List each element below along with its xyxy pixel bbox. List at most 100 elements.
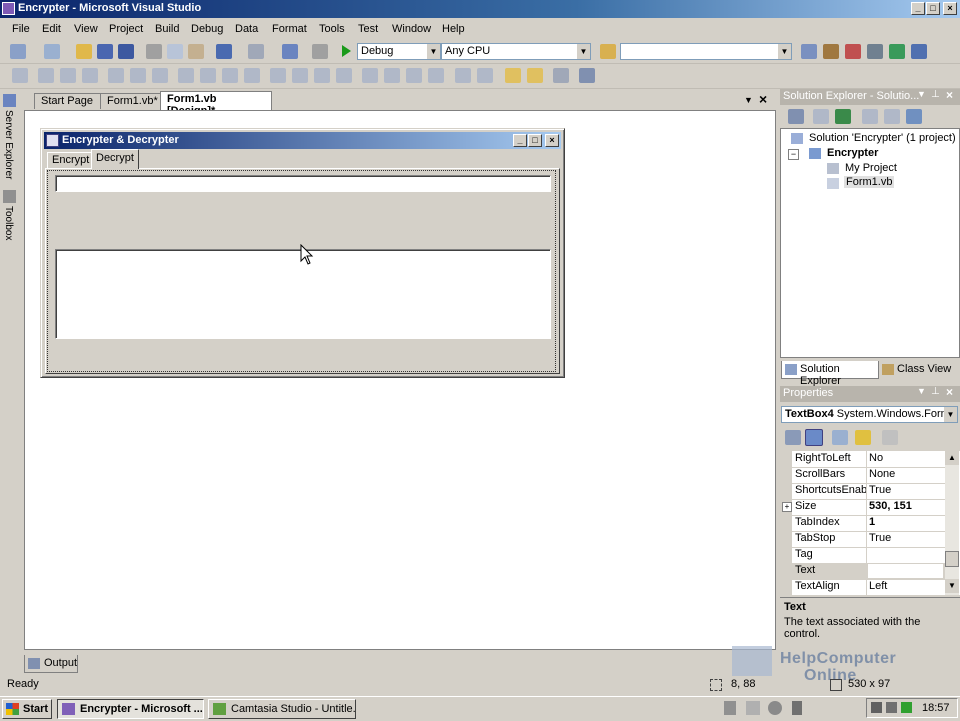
open-folder-icon[interactable] [76, 44, 92, 59]
maximize-button[interactable]: □ [926, 2, 940, 15]
solution-config-dropdown[interactable]: Debug ▼ [357, 43, 441, 60]
tree-my-project[interactable]: My Project [845, 162, 897, 174]
refresh-icon[interactable] [835, 109, 851, 124]
align-tops-icon[interactable] [108, 68, 124, 83]
align-rights-icon[interactable] [82, 68, 98, 83]
tray-clock-icon[interactable] [768, 701, 782, 715]
menu-view[interactable]: View [74, 23, 98, 35]
size-to-grid-icon[interactable] [200, 68, 216, 83]
make-same-size-icon[interactable] [244, 68, 260, 83]
find-combo[interactable]: ▼ [620, 43, 792, 60]
menu-data[interactable]: Data [235, 23, 258, 35]
solution-explorer-icon[interactable] [801, 44, 817, 59]
prop-value[interactable]: Left [869, 580, 887, 592]
close-panel-icon[interactable]: × [946, 385, 953, 399]
taskbar-camtasia[interactable]: Camtasia Studio - Untitle... [208, 699, 356, 719]
property-pages-icon[interactable] [882, 430, 898, 445]
redo-icon[interactable] [248, 44, 264, 59]
scrollbar-thumb[interactable] [945, 551, 959, 567]
scroll-up-icon[interactable]: ▲ [945, 451, 959, 465]
tab-encrypt[interactable]: Encrypt [47, 152, 95, 169]
send-to-back-icon[interactable] [527, 68, 543, 83]
output-tab[interactable]: Output [24, 655, 78, 673]
start-page-icon[interactable] [889, 44, 905, 59]
align-centers-icon[interactable] [60, 68, 76, 83]
view-class-diagram-icon[interactable] [906, 109, 922, 124]
properties-object-dropdown[interactable]: TextBox4 System.Windows.Forms ▼ [781, 406, 958, 423]
dropdown-icon[interactable]: ▼ [917, 386, 926, 396]
add-item-icon[interactable] [44, 44, 60, 59]
menu-project[interactable]: Project [109, 23, 143, 35]
menu-file[interactable]: File [12, 23, 30, 35]
tab-start-page[interactable]: Start Page [34, 93, 102, 109]
align-lefts-icon[interactable] [38, 68, 54, 83]
pin-icon[interactable]: ⊥ [931, 89, 940, 100]
prop-value[interactable]: True [869, 532, 891, 544]
tray-pencil-icon[interactable] [746, 701, 760, 715]
tab-solution-explorer[interactable]: Solution Explorer [781, 361, 879, 387]
menu-window[interactable]: Window [392, 23, 431, 35]
properties-window-icon[interactable] [823, 44, 839, 59]
view-code-icon[interactable] [862, 109, 878, 124]
tab-decrypt[interactable]: Decrypt [91, 149, 139, 169]
start-debugging-icon[interactable] [342, 45, 351, 57]
prop-value[interactable]: True [869, 484, 891, 496]
remove-vertical-spacing-icon[interactable] [428, 68, 444, 83]
make-same-height-icon[interactable] [222, 68, 238, 83]
remove-horizontal-spacing-icon[interactable] [336, 68, 352, 83]
prop-value[interactable]: None [869, 468, 895, 480]
tree-project[interactable]: Encrypter [827, 147, 878, 159]
taskbar-visual-studio[interactable]: Encrypter - Microsoft ... [57, 699, 204, 719]
center-vertically-icon[interactable] [477, 68, 493, 83]
close-button[interactable]: × [943, 2, 957, 15]
solution-platform-dropdown[interactable]: Any CPU ▼ [441, 43, 591, 60]
menu-debug[interactable]: Debug [191, 23, 223, 35]
tray-green-icon[interactable] [901, 702, 912, 713]
command-window-icon[interactable] [911, 44, 927, 59]
tab-form1-design[interactable]: Form1.vb [Design]* [160, 91, 272, 117]
tab-order-icon[interactable] [579, 68, 595, 83]
find-in-files-icon[interactable] [600, 44, 616, 59]
prop-row[interactable]: Size 530, 151 [792, 499, 948, 516]
toolbox-tab[interactable]: Toolbox [3, 206, 14, 240]
undo-icon[interactable] [216, 44, 232, 59]
paste-icon[interactable] [188, 44, 204, 59]
menu-edit[interactable]: Edit [42, 23, 61, 35]
bring-to-front-icon[interactable] [505, 68, 521, 83]
align-middles-icon[interactable] [130, 68, 146, 83]
tab-form1-code[interactable]: Form1.vb* [100, 93, 162, 109]
menu-test[interactable]: Test [358, 23, 378, 35]
navigate-backward-icon[interactable] [282, 44, 298, 59]
prop-row[interactable]: TabStop True [792, 531, 948, 548]
categorized-icon[interactable] [785, 430, 801, 445]
tree-form1[interactable]: Form1.vb [844, 176, 895, 188]
dropdown-icon[interactable]: ▼ [917, 89, 926, 99]
properties-icon[interactable] [788, 109, 804, 124]
prop-row[interactable]: ScrollBars None [792, 467, 948, 484]
prop-row[interactable]: Tag [792, 547, 948, 564]
pin-icon[interactable]: ⊥ [931, 386, 940, 397]
tab-class-view[interactable]: Class View [879, 361, 959, 379]
align-bottoms-icon[interactable] [152, 68, 168, 83]
menu-format[interactable]: Format [272, 23, 307, 35]
prop-row[interactable]: ShortcutsEnabledTrue [792, 483, 948, 500]
toolbox-icon[interactable] [867, 44, 883, 59]
server-explorer-tab[interactable]: Server Explorer [3, 110, 14, 179]
events-lightning-icon[interactable] [855, 430, 871, 445]
make-same-width-icon[interactable] [178, 68, 194, 83]
tray-network-icon[interactable] [886, 702, 897, 713]
prop-value[interactable] [868, 564, 943, 578]
horizontal-spacing-equal-icon[interactable] [270, 68, 286, 83]
close-document-icon[interactable]: × [759, 91, 767, 107]
show-all-files-icon[interactable] [813, 109, 829, 124]
copy-icon[interactable] [167, 44, 183, 59]
save-icon[interactable] [97, 44, 113, 59]
start-button[interactable]: Start [2, 699, 52, 719]
align-to-grid-icon[interactable] [12, 68, 28, 83]
prop-row[interactable]: TabIndex 1 [792, 515, 948, 532]
menu-help[interactable]: Help [442, 23, 465, 35]
prop-value[interactable]: 1 [869, 516, 875, 528]
server-explorer-icon[interactable] [3, 94, 16, 107]
tray-tool-icon[interactable] [724, 701, 736, 715]
prop-value[interactable]: No [869, 452, 883, 464]
